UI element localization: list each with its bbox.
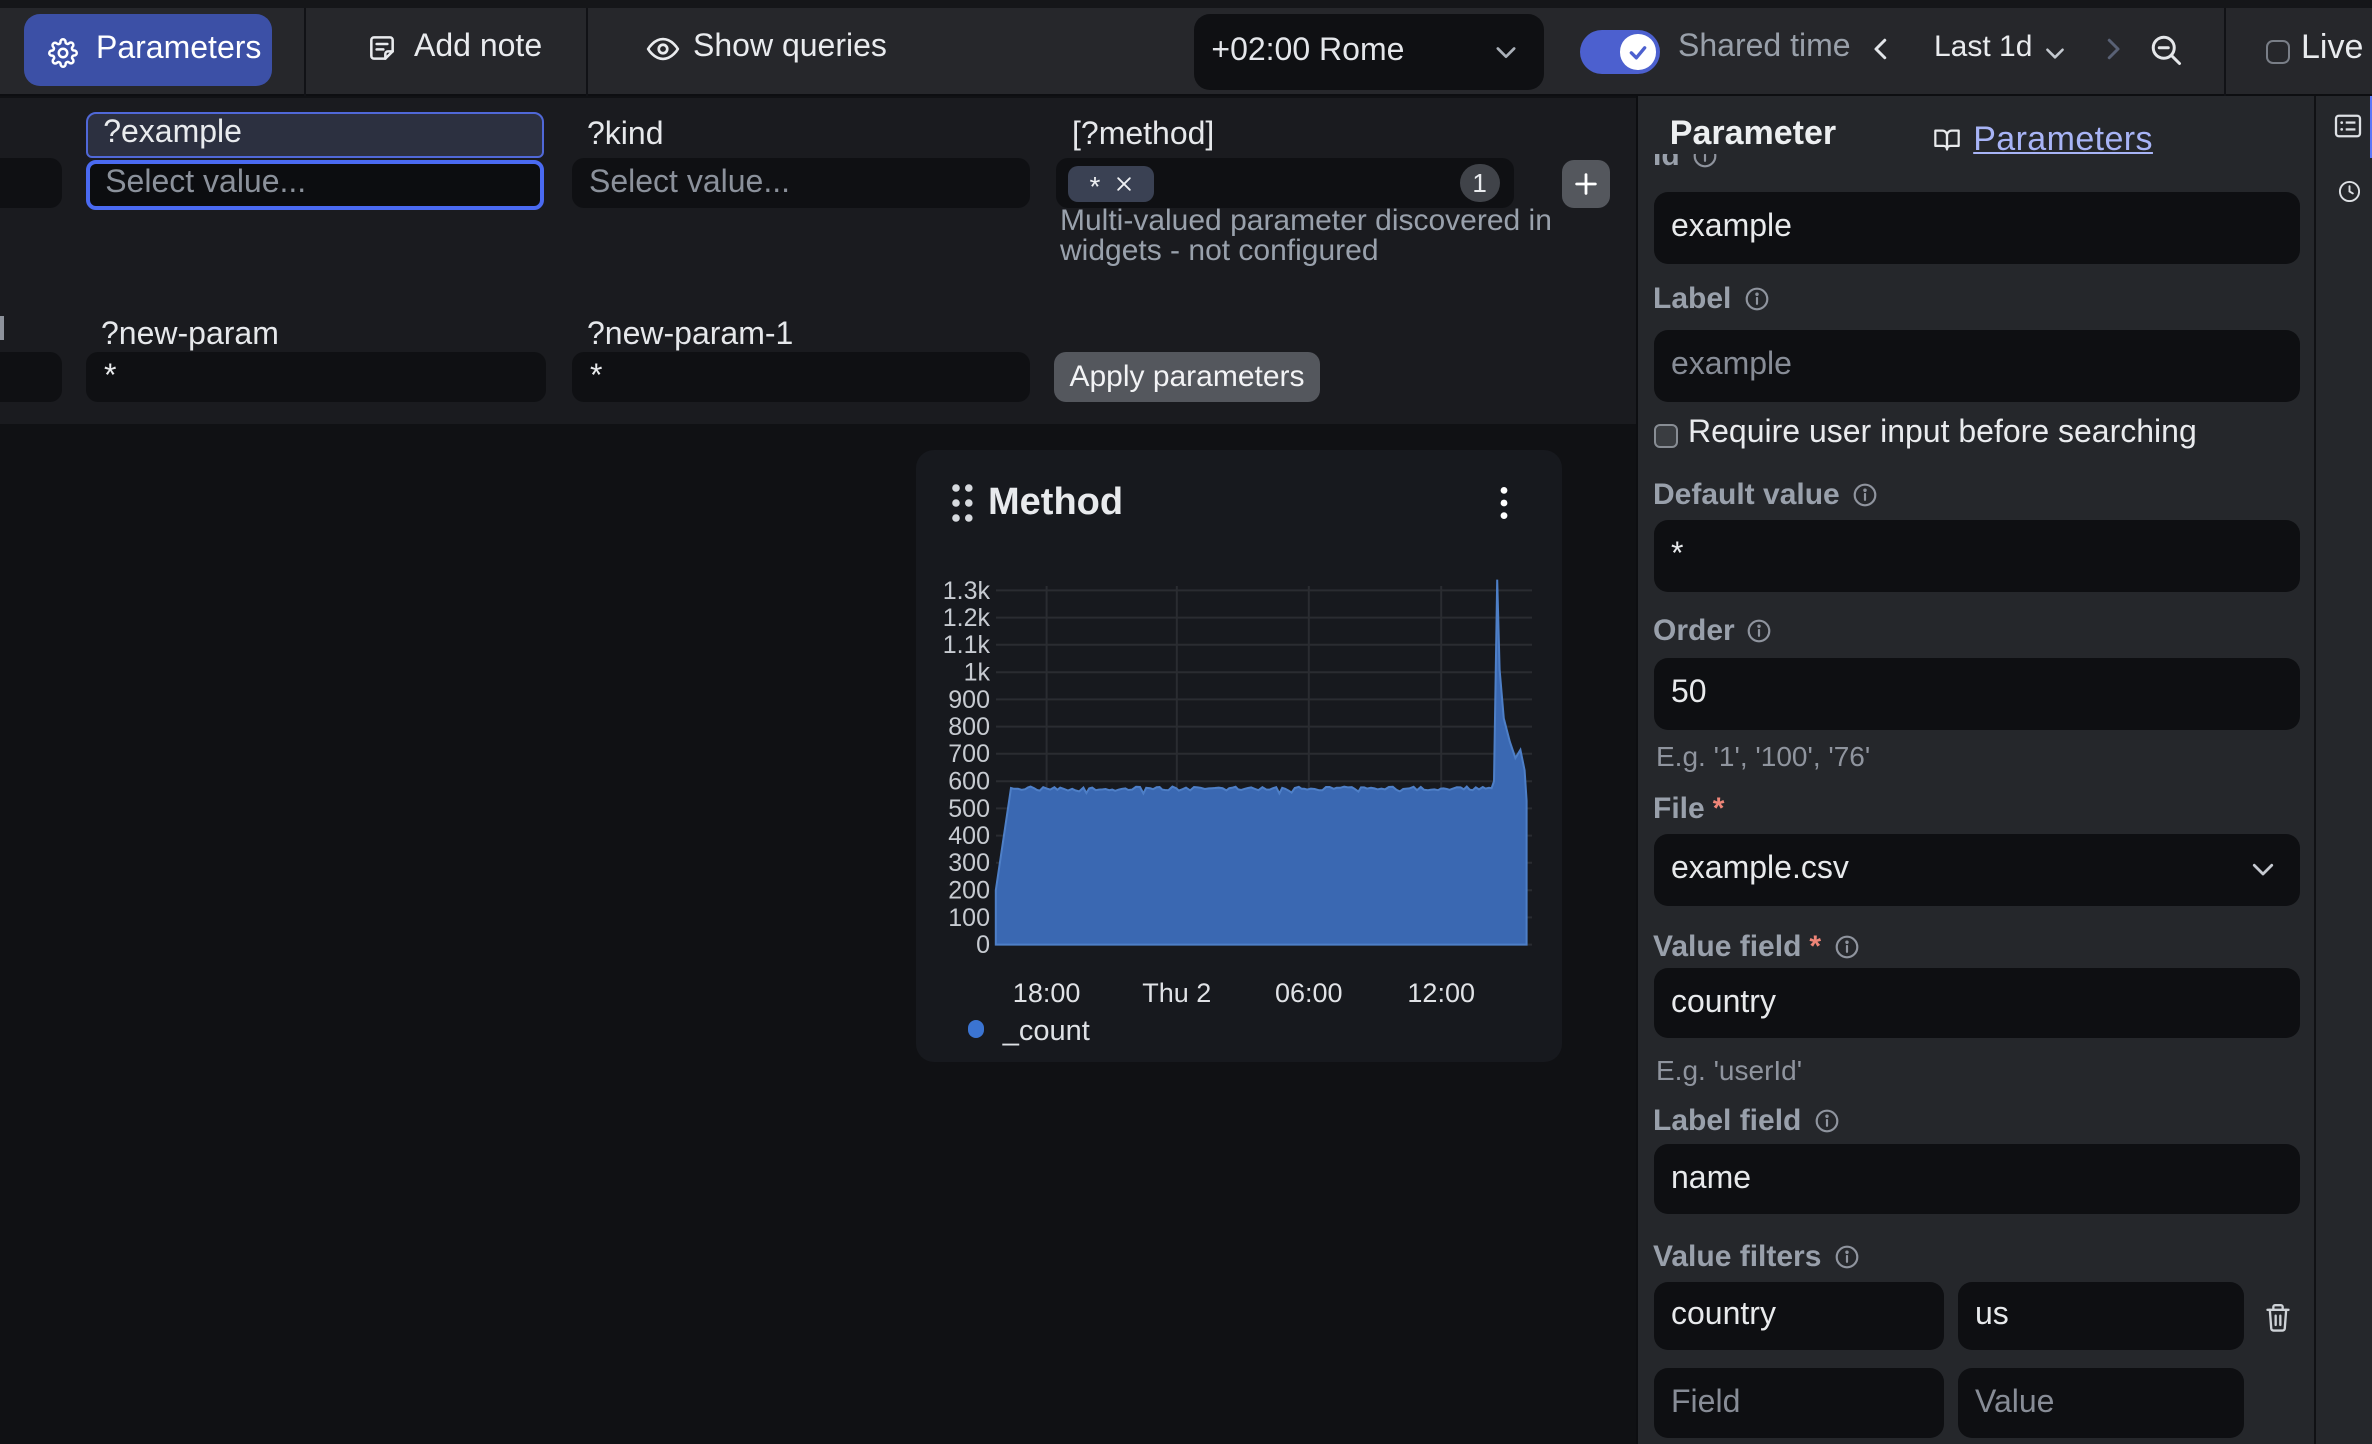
svg-text:100: 100 xyxy=(948,904,990,932)
svg-text:300: 300 xyxy=(948,849,990,877)
svg-text:1k: 1k xyxy=(964,659,991,687)
svg-text:1.2k: 1.2k xyxy=(943,604,991,632)
svg-text:900: 900 xyxy=(948,686,990,714)
svg-text:1.3k: 1.3k xyxy=(943,577,991,605)
svg-text:0: 0 xyxy=(976,931,990,959)
svg-text:12:00: 12:00 xyxy=(1407,978,1475,1008)
svg-text:1.1k: 1.1k xyxy=(943,631,991,659)
svg-text:800: 800 xyxy=(948,713,990,741)
svg-text:18:00: 18:00 xyxy=(1013,978,1081,1008)
svg-text:700: 700 xyxy=(948,740,990,768)
svg-text:400: 400 xyxy=(948,822,990,850)
svg-text:06:00: 06:00 xyxy=(1275,978,1343,1008)
svg-text:600: 600 xyxy=(948,768,990,796)
svg-text:200: 200 xyxy=(948,877,990,905)
svg-text:Thu 2: Thu 2 xyxy=(1142,978,1211,1008)
svg-text:500: 500 xyxy=(948,795,990,823)
